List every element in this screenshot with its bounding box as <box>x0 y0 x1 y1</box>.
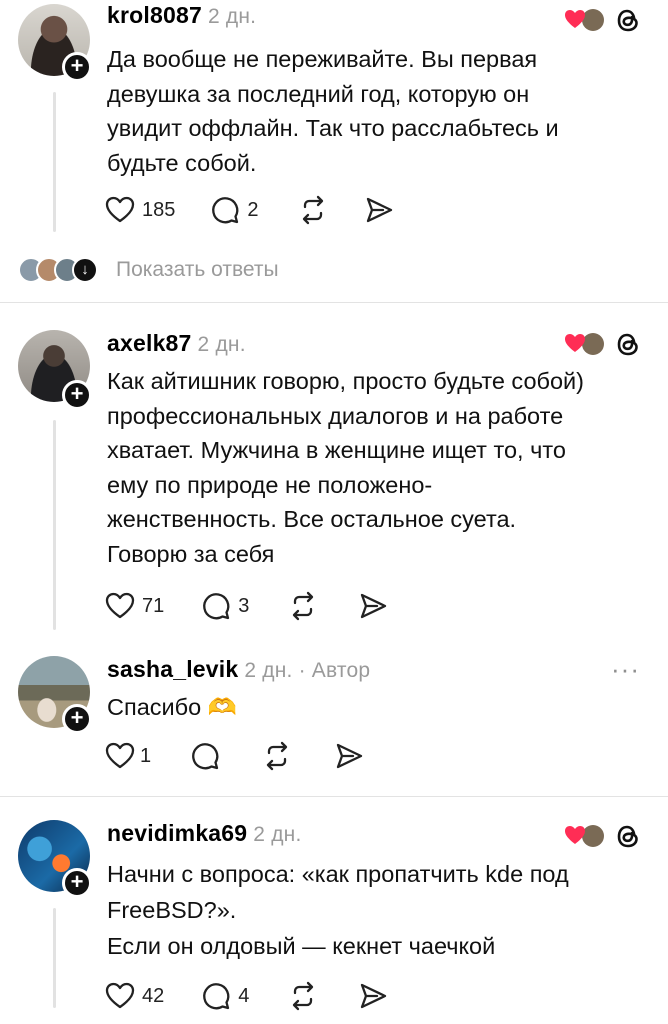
follow-plus-icon[interactable]: + <box>62 868 92 898</box>
show-replies-button[interactable]: ↓ Показать ответы <box>18 252 279 288</box>
timestamp: 2 дн. <box>207 5 257 28</box>
timestamp: 2 дн. <box>253 823 302 846</box>
repost-icon <box>287 590 319 622</box>
show-replies-label: Показать ответы <box>116 258 279 281</box>
repost-icon <box>297 194 329 226</box>
heart-icon <box>104 740 136 772</box>
comment-text: Спасибо 🫶 <box>107 694 237 720</box>
comment-icon <box>189 740 221 772</box>
liked-by-author-icon <box>563 6 607 34</box>
like-button[interactable]: 71 <box>104 590 164 622</box>
divider <box>0 796 668 797</box>
reply-count: 2 <box>247 198 259 221</box>
follow-plus-icon[interactable]: + <box>62 704 92 734</box>
username[interactable]: axelk87 2 дн. <box>107 330 246 357</box>
author-badge: · Автор <box>298 659 371 682</box>
liked-by-author-icon <box>563 822 607 850</box>
comment-icon <box>200 590 232 622</box>
reply-button[interactable]: 4 <box>200 980 249 1012</box>
like-count: 1 <box>140 744 152 767</box>
like-button[interactable]: 1 <box>104 740 151 772</box>
share-icon <box>357 590 389 622</box>
like-count: 185 <box>142 198 176 221</box>
divider <box>0 302 668 303</box>
share-button[interactable] <box>357 590 389 622</box>
follow-plus-icon[interactable]: + <box>62 52 92 82</box>
threads-icon[interactable] <box>612 328 644 360</box>
follow-plus-icon[interactable]: + <box>62 380 92 410</box>
username[interactable]: nevidimka69 2 дн. <box>107 820 301 847</box>
timestamp: 2 дн. <box>197 333 246 356</box>
like-count: 42 <box>142 984 165 1007</box>
comment-text: Да вообще не переживайте. Вы первая деву… <box>107 46 559 176</box>
heart-icon <box>104 194 136 226</box>
heart-icon <box>104 980 136 1012</box>
share-button[interactable] <box>363 194 395 226</box>
share-icon <box>333 740 365 772</box>
share-icon <box>357 980 389 1012</box>
like-count: 71 <box>142 594 165 617</box>
arrow-down-icon: ↓ <box>72 257 98 283</box>
repost-button[interactable] <box>287 980 319 1012</box>
comment-actions: 1 <box>104 736 365 776</box>
reply-count: 4 <box>238 984 250 1007</box>
username[interactable]: sasha_levik 2 дн. · Автор <box>107 656 370 683</box>
thread-line <box>53 908 56 1008</box>
comment-text: Как айтишник говорю, просто будьте собой… <box>107 368 584 567</box>
reply-button[interactable] <box>189 740 227 772</box>
share-button[interactable] <box>357 980 389 1012</box>
reply-button[interactable]: 3 <box>200 590 249 622</box>
threads-icon[interactable] <box>612 4 644 36</box>
reply-button[interactable]: 2 <box>209 194 259 226</box>
comment-actions: 71 3 <box>104 586 389 626</box>
comment-text: Начни с вопроса: «как пропатчить kde под… <box>107 861 569 959</box>
repost-icon <box>287 980 319 1012</box>
comment-icon <box>209 194 241 226</box>
comment-icon <box>200 980 232 1012</box>
repost-button[interactable] <box>287 590 319 622</box>
threads-icon[interactable] <box>612 820 644 852</box>
liked-by-author-icon <box>563 330 607 358</box>
repost-button[interactable] <box>261 740 293 772</box>
share-button[interactable] <box>333 740 365 772</box>
share-icon <box>363 194 395 226</box>
like-button[interactable]: 42 <box>104 980 164 1012</box>
comment-actions: 42 4 <box>104 976 389 1016</box>
comment-actions: 185 2 <box>104 190 395 230</box>
more-icon[interactable]: ··· <box>611 654 640 685</box>
repost-icon <box>261 740 293 772</box>
heart-icon <box>104 590 136 622</box>
thread-line <box>53 92 56 232</box>
reply-count: 3 <box>238 594 250 617</box>
timestamp: 2 дн. <box>244 659 293 682</box>
repost-button[interactable] <box>297 194 329 226</box>
like-button[interactable]: 185 <box>104 194 175 226</box>
username[interactable]: krol8087 2 дн. <box>107 2 256 29</box>
thread-line <box>53 420 56 630</box>
